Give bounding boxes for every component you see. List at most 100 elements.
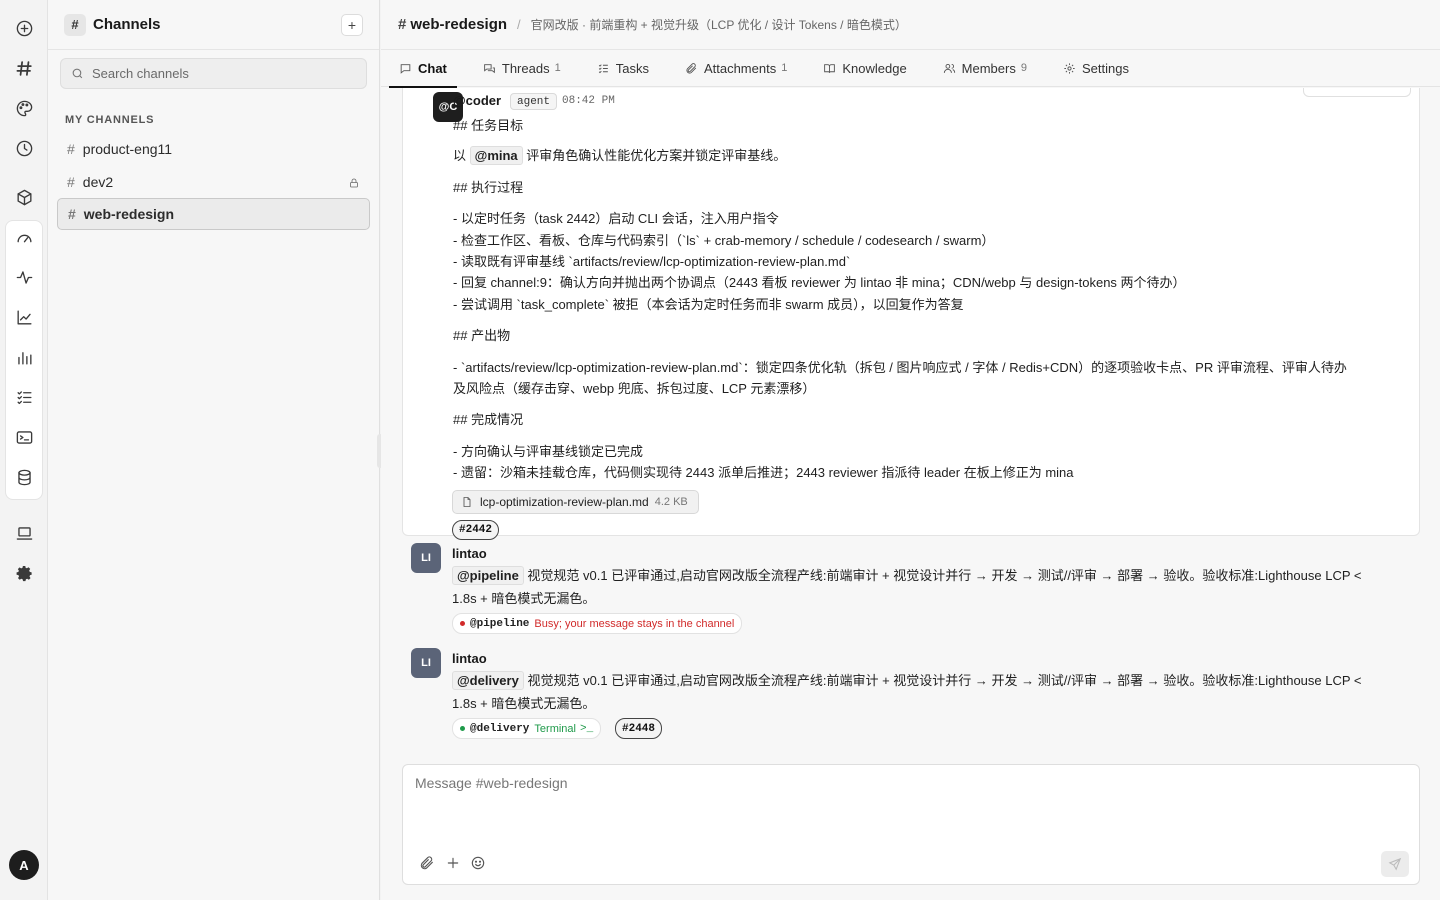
database-icon[interactable]	[12, 465, 36, 489]
message-composer	[402, 764, 1420, 885]
message-line: - `artifacts/review/lcp-optimization-rev…	[453, 360, 1347, 375]
emoji-button[interactable]	[468, 853, 488, 873]
agent-status-chip[interactable]: @pipeline Busy; your message stays in th…	[452, 613, 743, 634]
message-line: ## 完成情况	[453, 412, 524, 427]
file-name: lcp-optimization-review-plan.md	[480, 495, 649, 509]
history-icon[interactable]	[12, 136, 36, 160]
status-text: Terminal	[534, 722, 576, 735]
tab-settings[interactable]: Settings	[1053, 50, 1139, 87]
message-input[interactable]	[415, 775, 1395, 825]
channel-item-dev2[interactable]: # dev2	[57, 166, 370, 198]
message-author[interactable]: lintao	[452, 651, 487, 666]
laptop-icon[interactable]	[12, 521, 36, 545]
channel-hash-icon: #	[398, 16, 407, 33]
status-agent: @delivery	[470, 722, 530, 735]
channels-hash-badge: #	[64, 13, 86, 36]
message-line: 1.8s + 暗色模式无漏色。	[452, 696, 596, 711]
channels-sidebar: # Channels + MY CHANNELS # product-eng11…	[48, 0, 380, 900]
tab-label: Tasks	[615, 60, 649, 76]
paperclip-icon	[686, 62, 697, 74]
checklist-icon[interactable]	[12, 385, 36, 409]
channel-item-web-redesign[interactable]: # web-redesign	[57, 198, 370, 230]
palette-icon[interactable]	[12, 96, 36, 120]
paperclip-icon	[420, 856, 433, 870]
status-dot	[460, 726, 465, 731]
message-author[interactable]: @coder	[453, 93, 501, 108]
channel-name: product-eng11	[82, 141, 173, 157]
file-attachment[interactable]: lcp-optimization-review-plan.md 4.2 KB	[452, 490, 699, 514]
bar-chart-icon[interactable]	[12, 345, 36, 369]
sidebar-header: # Channels +	[48, 0, 379, 50]
message-line: ## 产出物	[453, 328, 511, 343]
tab-count: 9	[1020, 62, 1027, 74]
avatar[interactable]: LI	[411, 543, 441, 573]
my-channels-heading: MY CHANNELS	[65, 114, 155, 126]
channel-item-product-eng11[interactable]: # product-eng11	[57, 133, 370, 165]
file-size: 4.2 KB	[654, 496, 688, 508]
tab-label: Attachments	[703, 60, 777, 76]
tab-members[interactable]: Members 9	[933, 50, 1037, 87]
channel-main-panel: # web-redesign / 官网改版 · 前端重构 + 视觉升级（LCP …	[381, 0, 1440, 900]
channel-hash-icon: #	[67, 174, 75, 190]
lock-icon	[348, 176, 360, 188]
terminal-icon: >_	[580, 722, 594, 735]
agent-badge: agent	[510, 93, 558, 110]
message-line: 以 @mina 评审角色确认性能优化方案并锁定评审基线。	[453, 145, 786, 165]
mention-delivery[interactable]: @delivery	[452, 671, 524, 690]
line-chart-icon[interactable]	[12, 305, 36, 329]
book-icon	[824, 63, 836, 73]
message-author[interactable]: lintao	[452, 546, 487, 561]
message-feed[interactable]: @C @coder agent 08:42 PM ## 任务目标 以 @mina…	[381, 88, 1440, 756]
package-icon[interactable]	[12, 185, 36, 209]
tab-threads[interactable]: Threads 1	[473, 50, 571, 87]
dashboard-gauge-icon[interactable]	[12, 226, 36, 250]
status-agent: @pipeline	[470, 617, 530, 630]
tab-label: Knowledge	[842, 60, 907, 76]
message-text: 视觉规范 v0.1 已评审通过,启动官网改版全流程产线:前端审计 + 视觉设计并…	[527, 568, 1362, 583]
mention-pipeline[interactable]: @pipeline	[452, 566, 524, 585]
message-line: 1.8s + 暗色模式无漏色。	[452, 591, 596, 606]
new-message-icon[interactable]	[12, 16, 36, 40]
tab-label: Members	[961, 60, 1016, 76]
message-line: - 遗留：沙箱未挂载仓库，代码侧实现待 2443 派单后推进；2443 revi…	[453, 465, 1074, 480]
terminal-icon[interactable]	[12, 425, 36, 449]
message-coder: @C @coder agent 08:42 PM ## 任务目标 以 @mina…	[402, 88, 1420, 540]
activity-icon[interactable]	[12, 265, 36, 289]
channel-hash-icon: #	[67, 141, 75, 157]
send-button[interactable]	[1381, 851, 1409, 877]
settings-gear-icon[interactable]	[12, 561, 36, 585]
plus-icon	[447, 857, 459, 869]
channel-tabs: Chat Threads 1 Tasks Attachments 1 Knowl…	[381, 50, 1440, 88]
channels-hash-icon[interactable]	[12, 56, 36, 80]
status-text: Busy; your message stays in the channel	[534, 617, 735, 630]
user-avatar[interactable]: A	[9, 850, 39, 880]
message-line: ## 任务目标	[453, 118, 524, 133]
add-channel-button[interactable]: +	[341, 14, 363, 36]
channel-name: dev2	[82, 174, 114, 190]
avatar[interactable]: LI	[411, 648, 441, 678]
tab-label: Chat	[418, 60, 447, 76]
channel-search-input[interactable]	[92, 66, 352, 81]
add-button[interactable]	[443, 853, 463, 873]
tab-chat[interactable]: Chat	[389, 50, 457, 88]
chat-icon	[400, 63, 411, 74]
tab-tasks[interactable]: Tasks	[587, 50, 659, 87]
members-icon	[943, 63, 955, 73]
tab-count: 1	[554, 62, 561, 74]
mention-mina[interactable]: @mina	[469, 146, 523, 165]
task-tag-2442[interactable]: #2442	[452, 520, 500, 540]
gear-icon	[1064, 62, 1075, 74]
attach-file-button[interactable]	[417, 853, 437, 873]
agent-status-chip[interactable]: @delivery Terminal >_	[452, 718, 602, 739]
file-icon	[463, 497, 471, 507]
channel-header: # web-redesign / 官网改版 · 前端重构 + 视觉升级（LCP …	[381, 0, 1440, 50]
tab-knowledge[interactable]: Knowledge	[813, 50, 916, 87]
message-text: 视觉规范 v0.1 已评审通过,启动官网改版全流程产线:前端审计 + 视觉设计并…	[527, 673, 1362, 688]
task-tag-2448[interactable]: #2448	[615, 718, 663, 739]
message-actions-toolbar[interactable]	[1303, 88, 1411, 97]
tab-attachments[interactable]: Attachments 1	[675, 50, 797, 87]
message-line: @delivery 视觉规范 v0.1 已评审通过,启动官网改版全流程产线:前端…	[452, 670, 1362, 690]
message-line: - 以定时任务（task 2442）启动 CLI 会话，注入用户指令	[453, 211, 779, 226]
message-line: - 检查工作区、看板、仓库与代码索引（`ls` + crab-memory / …	[453, 233, 995, 248]
tasks-icon	[598, 63, 608, 73]
